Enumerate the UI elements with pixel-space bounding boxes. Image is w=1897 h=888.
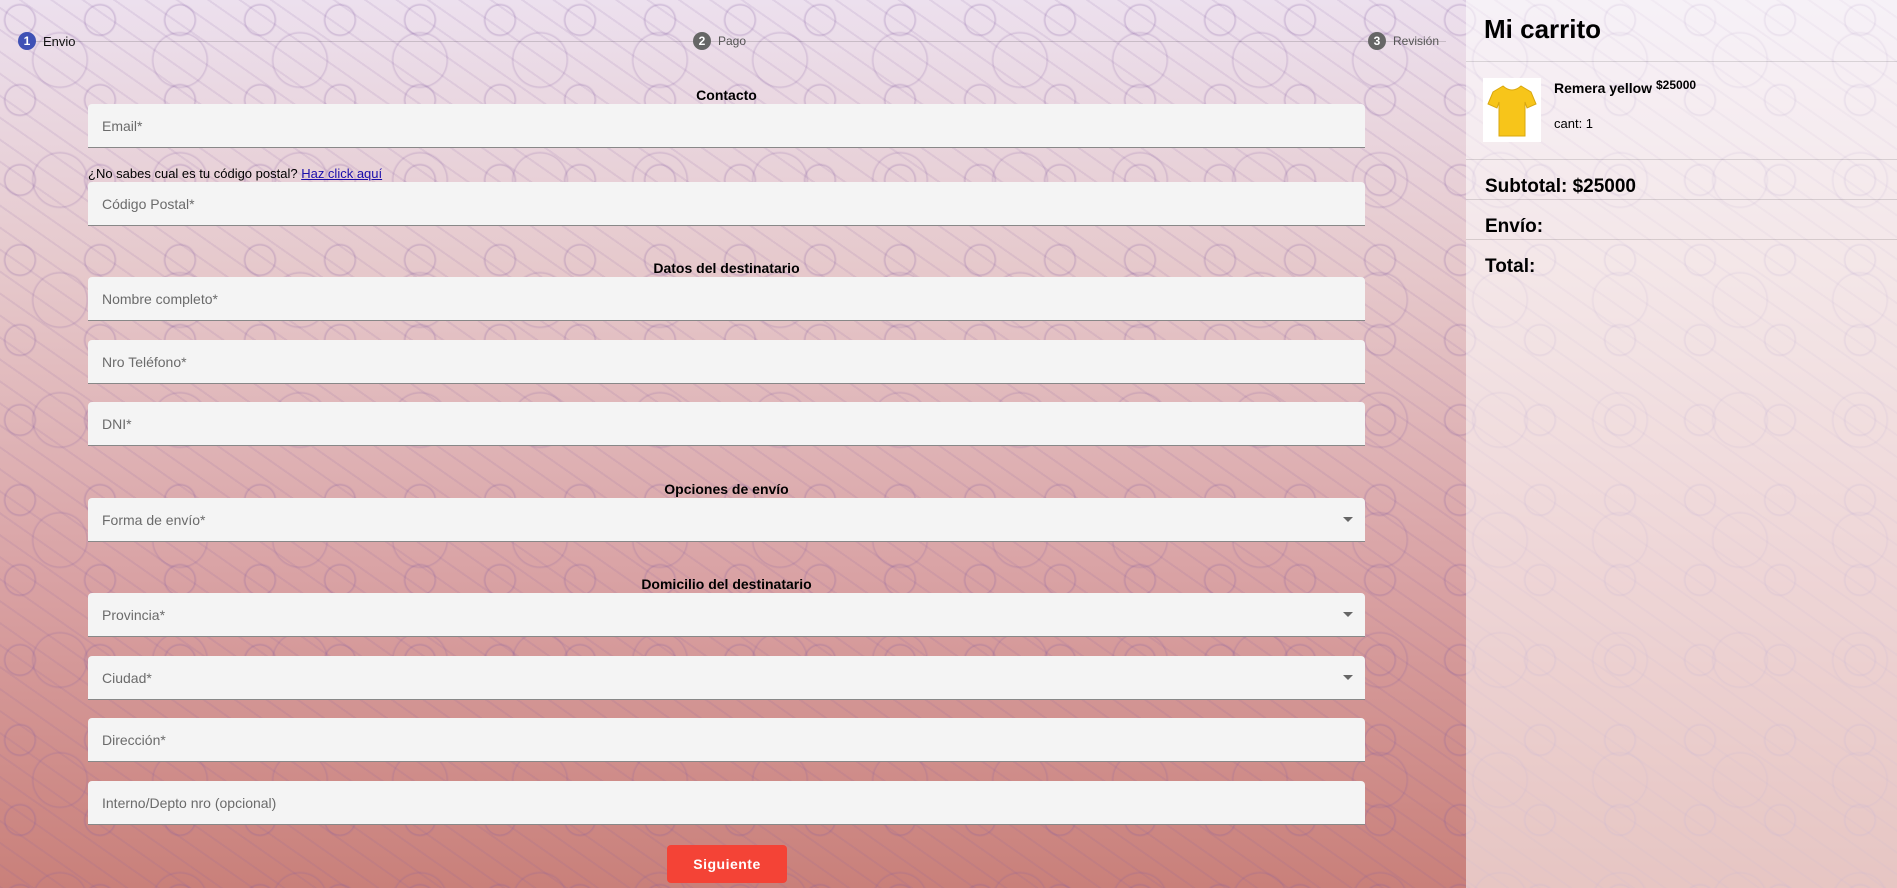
email-input[interactable] [102,117,1351,134]
divider [1466,199,1897,200]
product-image [1483,78,1541,142]
cart-shipping: Envío: [1485,216,1544,237]
cart-subtotal: Subtotal: $25000 [1485,176,1636,197]
step-number: 3 [1368,32,1386,50]
recipient-section-title: Datos del destinatario [653,260,800,276]
shipping-method-select[interactable] [88,498,1365,542]
divider [1466,159,1897,160]
dropdown-arrow-icon [1343,612,1353,617]
tshirt-icon [1487,85,1537,137]
dni-input[interactable] [102,415,1351,432]
apartment-field[interactable] [88,781,1365,825]
step-number: 1 [18,32,36,50]
province-select[interactable] [88,593,1365,637]
shipping-section-title: Opciones de envío [664,481,789,497]
phone-field[interactable] [88,340,1365,384]
phone-input[interactable] [102,353,1351,370]
province-input[interactable] [102,606,1351,623]
step-revision[interactable]: 3 Revisión [1368,32,1439,50]
next-button[interactable]: Siguiente [667,845,787,883]
product-price: $25000 [1656,78,1697,92]
checkout-form-panel: 1 Envio 2 Pago 3 Revisión Contacto ¿No s… [0,0,1466,888]
step-label: Envio [43,33,76,49]
step-label: Revisión [1393,34,1440,48]
cart-total: Total: [1485,256,1536,277]
checkout-stepper: 1 Envio 2 Pago 3 Revisión [0,30,1466,54]
step-label: Pago [718,34,747,48]
step-pago[interactable]: 2 Pago [693,32,746,50]
dropdown-arrow-icon [1343,517,1353,522]
address-section-title: Domicilio del destinatario [641,576,812,592]
full-name-field[interactable] [88,277,1365,321]
contact-section-title: Contacto [696,87,757,103]
divider [1466,239,1897,240]
product-name: Remera yellow [1554,80,1653,96]
city-input[interactable] [102,669,1351,686]
street-field[interactable] [88,718,1365,762]
postal-help-link[interactable]: Haz click aquí [301,166,382,181]
step-number: 2 [693,32,711,50]
street-input[interactable] [102,731,1351,748]
product-quantity: cant: 1 [1554,116,1594,131]
cart-sidebar: Mi carrito Remera yellow $25000 cant: 1 … [1466,0,1897,888]
shipping-method-input[interactable] [102,511,1351,528]
step-envio[interactable]: 1 Envio [18,32,76,50]
postal-hint-text: ¿No sabes cual es tu código postal? [88,166,298,181]
postal-hint: ¿No sabes cual es tu código postal? Haz … [88,166,382,181]
city-select[interactable] [88,656,1365,700]
dropdown-arrow-icon [1343,675,1353,680]
full-name-input[interactable] [102,290,1351,307]
divider [1466,61,1897,62]
postal-code-input[interactable] [102,195,1351,212]
apartment-input[interactable] [102,794,1351,811]
dni-field[interactable] [88,402,1365,446]
email-field[interactable] [88,104,1365,148]
postal-code-field[interactable] [88,182,1365,226]
cart-title: Mi carrito [1484,14,1602,44]
